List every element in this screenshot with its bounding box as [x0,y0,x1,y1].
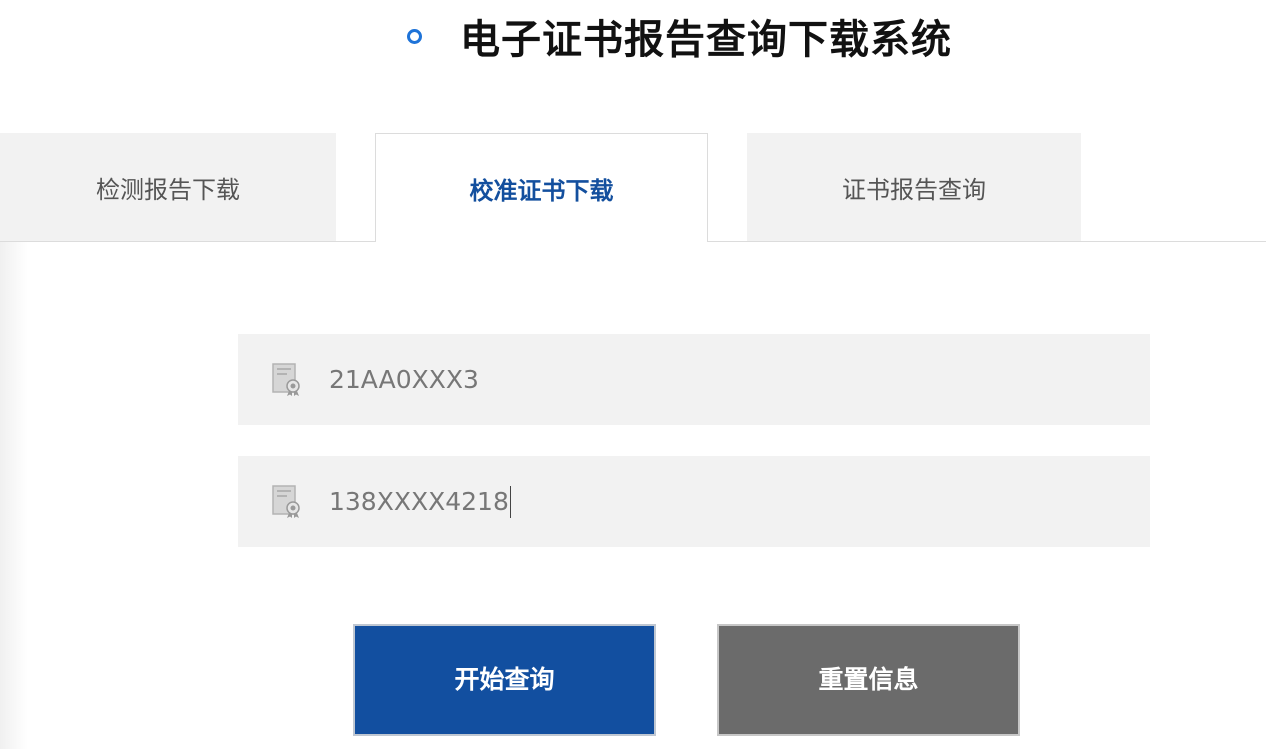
reset-info-button[interactable]: 重置信息 [717,624,1020,736]
tab-certificate-report-query[interactable]: 证书报告查询 [747,133,1081,241]
tab-label: 证书报告查询 [842,175,986,204]
text-caret [510,486,511,518]
certificate-icon [271,363,305,397]
phone-input[interactable] [329,476,1109,526]
tab-label: 检测报告下载 [96,175,240,204]
phone-field[interactable] [238,456,1150,547]
page-title: 电子证书报告查询下载系统 [460,17,952,63]
left-edge-shadow [0,240,28,749]
certificate-icon [271,485,305,519]
start-query-button[interactable]: 开始查询 [353,624,656,736]
circle-bullet-icon [407,29,422,44]
tab-calibration-certificate-download[interactable]: 校准证书下载 [375,133,708,242]
tab-label: 校准证书下载 [469,176,614,205]
button-label: 开始查询 [454,664,555,694]
button-label: 重置信息 [818,664,919,694]
page-header: 电子证书报告查询下载系统 [0,0,1266,90]
tab-inspection-report-download[interactable]: 检测报告下载 [0,133,336,241]
certificate-number-field[interactable] [238,334,1150,425]
certificate-number-input[interactable] [329,354,1109,404]
